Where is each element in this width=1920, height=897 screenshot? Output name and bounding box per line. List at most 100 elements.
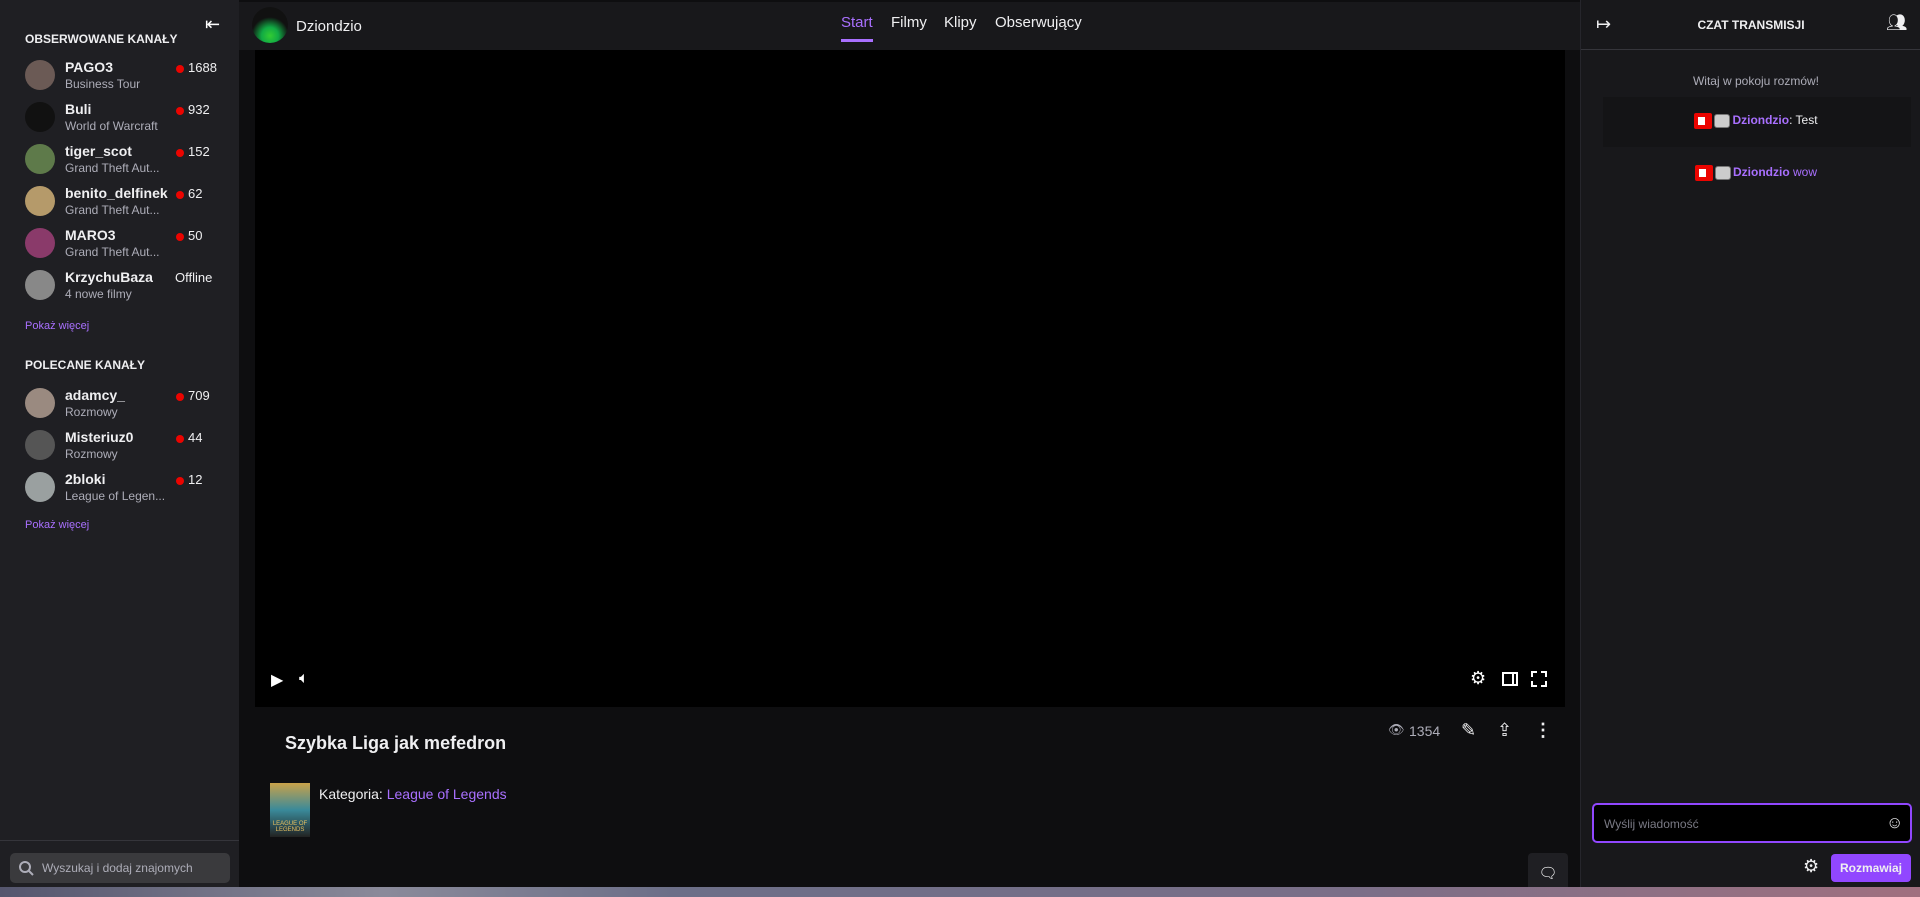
eye-icon: 👁︎ xyxy=(1388,722,1405,737)
channel-avatar xyxy=(25,388,55,418)
tab-obserwujacy[interactable]: Obserwujący xyxy=(995,14,1082,31)
viewer-count: 932 xyxy=(188,102,210,117)
channel-avatar xyxy=(25,228,55,258)
chat-text: Test xyxy=(1792,113,1818,128)
search-placeholder: Wyszukaj i dodaj znajomych xyxy=(42,861,193,875)
category-thumbnail[interactable]: LEAGUE OF LEGENDS xyxy=(270,783,310,837)
viewer-count: 1688 xyxy=(188,60,217,75)
channel-name: Misteriuz0 xyxy=(65,429,134,445)
more-options-icon[interactable]: ⋮ xyxy=(1534,720,1552,741)
viewer-count: 152 xyxy=(188,144,210,159)
emote-badge-icon xyxy=(1715,166,1731,180)
emote-badge-icon xyxy=(1714,114,1731,128)
channel-item[interactable]: PAGO3 Business Tour 1688 xyxy=(25,57,225,97)
live-dot-icon xyxy=(176,149,184,157)
show-more-followed-link[interactable]: Pokaż więcej xyxy=(25,320,89,332)
theatre-mode-icon[interactable] xyxy=(1502,672,1518,686)
viewer-count: 44 xyxy=(188,430,203,445)
chat-header: ↦ CZAT TRANSMISJI 👥︎ xyxy=(1581,0,1920,50)
channel-avatar xyxy=(25,430,55,460)
channel-item[interactable]: Buli World of Warcraft 932 xyxy=(25,99,225,139)
show-more-recommended-link[interactable]: Pokaż więcej xyxy=(25,519,89,531)
emoji-smile-icon[interactable]: ☺ xyxy=(1886,813,1903,833)
tab-start[interactable]: Start xyxy=(841,14,873,42)
friend-search-input[interactable]: Wyszukaj i dodaj znajomych xyxy=(10,853,230,883)
sidebar: ⇤ OBSERWOWANE KANAŁY PAGO3 Business Tour… xyxy=(0,0,239,887)
channel-game: 4 nowe filmy xyxy=(65,287,132,301)
channel-item[interactable]: Misteriuz0 Rozmowy 44 xyxy=(25,427,225,467)
chat-input-placeholder: Wyślij wiadomość xyxy=(1604,817,1699,831)
channel-avatar[interactable] xyxy=(252,7,288,43)
stream-title: Szybka Liga jak mefedron xyxy=(285,733,507,753)
channel-avatar xyxy=(25,60,55,90)
channel-game: Rozmowy xyxy=(65,405,118,419)
live-dot-icon xyxy=(176,393,184,401)
channel-header: Dziondzio Start Filmy Klipy Obserwujący xyxy=(239,0,1580,50)
viewer-count: 12 xyxy=(188,472,203,487)
chat-input[interactable]: Wyślij wiadomość ☺ xyxy=(1592,803,1912,843)
video-player[interactable]: ▶ 🔈︎ ⚙ xyxy=(255,50,1565,707)
channel-game: World of Warcraft xyxy=(65,119,158,133)
channel-item[interactable]: 2bloki League of Legen... 12 xyxy=(25,469,225,509)
send-chat-button[interactable]: Rozmawiaj xyxy=(1831,854,1911,882)
channel-name: MARO3 xyxy=(65,227,116,243)
chat-bubble-icon: 🗨︎ xyxy=(1538,865,1558,882)
followed-channels-title: OBSERWOWANE KANAŁY xyxy=(25,32,178,46)
channel-avatar xyxy=(25,270,55,300)
search-icon xyxy=(19,861,34,876)
channel-game: Rozmowy xyxy=(65,447,118,461)
thumbnail-logo-text: LEAGUE OF LEGENDS xyxy=(272,821,308,833)
channel-item[interactable]: MARO3 Grand Theft Aut... 50 xyxy=(25,225,225,265)
play-icon[interactable]: ▶ xyxy=(271,670,283,690)
chat-username[interactable]: Dziondzio xyxy=(1732,113,1789,127)
chat-panel: ↦ CZAT TRANSMISJI 👥︎ Witaj w pokoju rozm… xyxy=(1580,0,1920,887)
channel-name[interactable]: Dziondzio xyxy=(296,18,362,35)
live-dot-icon xyxy=(176,435,184,443)
divider xyxy=(0,840,239,841)
channel-game: League of Legen... xyxy=(65,489,166,503)
chat-text: wow xyxy=(1789,165,1817,180)
channel-avatar xyxy=(25,472,55,502)
edit-pencil-icon[interactable]: ✎ xyxy=(1461,720,1476,741)
tab-klipy[interactable]: Klipy xyxy=(944,14,977,31)
live-dot-icon xyxy=(176,233,184,241)
channel-avatar xyxy=(25,102,55,132)
channel-name: adamcy_ xyxy=(65,387,125,403)
channel-name: PAGO3 xyxy=(65,59,113,75)
share-upload-icon[interactable]: ⇪ xyxy=(1497,720,1512,741)
viewer-count: 62 xyxy=(188,186,203,201)
broadcaster-badge-icon xyxy=(1695,165,1713,181)
chat-settings-icon[interactable]: ⚙ xyxy=(1803,856,1819,877)
category-label: Kategoria: xyxy=(319,786,383,802)
channel-name: Buli xyxy=(65,101,92,117)
channel-game: Grand Theft Aut... xyxy=(65,203,160,217)
channel-avatar xyxy=(25,144,55,174)
channel-item[interactable]: benito_delfinek Grand Theft Aut... 62 xyxy=(25,183,225,223)
channel-game: Grand Theft Aut... xyxy=(65,245,160,259)
collapse-sidebar-icon[interactable]: ⇤ xyxy=(205,14,220,35)
channel-item[interactable]: KrzychuBaza 4 nowe filmy Offline xyxy=(25,267,225,307)
chat-welcome: Witaj w pokoju rozmów! xyxy=(1692,74,1820,88)
chat-message: Dziondzio wow xyxy=(1601,165,1911,181)
live-dot-icon xyxy=(176,107,184,115)
chat-username[interactable]: Dziondzio xyxy=(1733,165,1790,179)
fullscreen-icon[interactable] xyxy=(1531,671,1547,687)
volume-icon[interactable]: 🔈︎ xyxy=(299,670,309,688)
channel-name: benito_delfinek xyxy=(65,185,168,201)
settings-icon[interactable]: ⚙ xyxy=(1470,668,1486,689)
offline-status: Offline xyxy=(175,270,213,285)
channel-name: tiger_scot xyxy=(65,143,132,159)
channel-name: 2bloki xyxy=(65,471,106,487)
live-dot-icon xyxy=(176,65,184,73)
bottom-strip xyxy=(0,887,1920,897)
channel-name: KrzychuBaza xyxy=(65,269,153,285)
channel-item[interactable]: tiger_scot Grand Theft Aut... 152 xyxy=(25,141,225,181)
live-dot-icon xyxy=(176,191,184,199)
channel-game: Grand Theft Aut... xyxy=(65,161,160,175)
channel-avatar xyxy=(25,186,55,216)
channel-item[interactable]: adamcy_ Rozmowy 709 xyxy=(25,385,225,425)
category-link[interactable]: League of Legends xyxy=(387,786,507,802)
category-row: Kategoria: League of Legends xyxy=(319,786,507,802)
tab-filmy[interactable]: Filmy xyxy=(891,14,927,31)
users-icon[interactable]: 👥︎ xyxy=(1886,13,1908,33)
